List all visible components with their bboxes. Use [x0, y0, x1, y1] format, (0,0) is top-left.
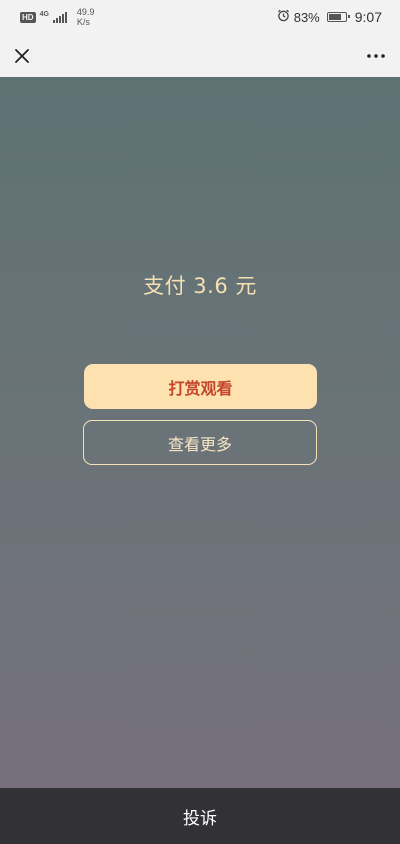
report-button[interactable]: 投诉: [0, 788, 400, 844]
clock-time: 9:07: [354, 9, 382, 25]
network-speed: 49.9 K/s: [77, 7, 95, 27]
close-icon: [15, 48, 29, 63]
more-dots-icon: [367, 53, 385, 58]
status-left: HD 4G 49.9 K/s: [20, 7, 94, 27]
status-right: 83% 9:07: [277, 9, 382, 25]
alarm-icon: [277, 9, 290, 25]
speed-unit: K/s: [76, 17, 90, 27]
nav-bar: [0, 34, 400, 77]
battery-percent: 83%: [293, 9, 320, 25]
more-button[interactable]: [364, 44, 388, 68]
close-button[interactable]: [10, 44, 34, 68]
speed-value: 49.9: [76, 7, 95, 17]
pay-amount-text: 支付 3.6 元: [143, 274, 257, 298]
hd-badge: HD: [20, 11, 36, 23]
network-type: 4G: [39, 10, 49, 18]
status-bar: HD 4G 49.9 K/s 83% 9:07: [0, 0, 400, 34]
reward-watch-button[interactable]: 打赏观看: [84, 364, 317, 409]
signal-icon: [52, 11, 67, 23]
view-more-button[interactable]: 查看更多: [83, 420, 317, 465]
paywall-panel: 支付 3.6 元 打赏观看 查看更多: [0, 77, 400, 788]
battery-icon: [326, 12, 350, 22]
